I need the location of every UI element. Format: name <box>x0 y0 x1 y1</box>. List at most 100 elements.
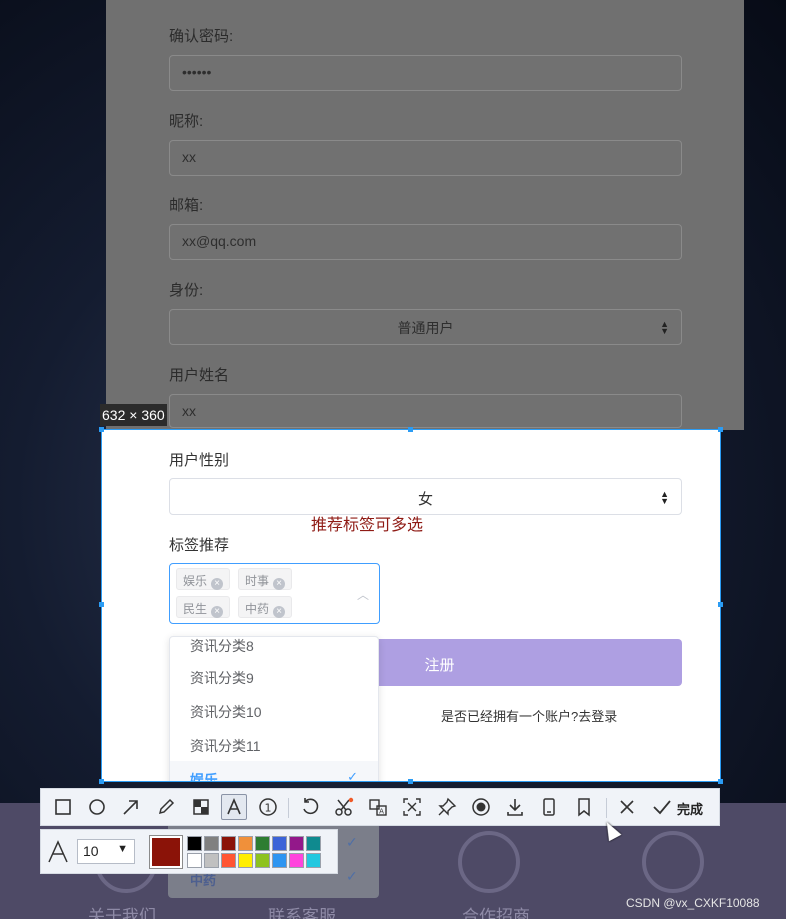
gender-select[interactable]: 女 ▲ ▼ <box>169 478 682 515</box>
bookmark-icon[interactable] <box>571 794 597 820</box>
dropdown-option-selected[interactable]: 娱乐 ✓ <box>170 761 378 782</box>
tags-dropdown: 资讯分类8 资讯分类9 资讯分类10 资讯分类11 娱乐 ✓ <box>169 636 379 782</box>
tags-multiselect[interactable]: 娱乐 × 时事 × 民生 × 中药 × ︿ <box>169 563 380 624</box>
translate-icon[interactable]: A <box>365 794 391 820</box>
chevron-up-icon[interactable]: ︿ <box>357 586 369 603</box>
download-icon[interactable] <box>502 794 528 820</box>
font-icon <box>47 840 69 869</box>
undo-icon[interactable] <box>297 794 323 820</box>
dropdown-option[interactable]: 资讯分类10 <box>170 693 378 727</box>
svg-text:A: A <box>379 808 384 816</box>
rectangle-tool-icon[interactable] <box>50 794 76 820</box>
resize-handle[interactable] <box>408 427 413 432</box>
check-icon: ✓ <box>346 834 358 850</box>
toolbar-divider <box>606 798 607 818</box>
tag-close-icon[interactable]: × <box>211 578 224 590</box>
dropdown-option[interactable]: 资讯分类11 <box>170 727 378 761</box>
number-marker-icon[interactable]: 1 <box>255 794 281 820</box>
close-icon[interactable] <box>614 794 640 820</box>
check-done-icon[interactable] <box>649 794 675 820</box>
resize-handle[interactable] <box>408 779 413 784</box>
color-swatch[interactable] <box>306 836 321 851</box>
resize-handle[interactable] <box>99 602 104 607</box>
resize-handle[interactable] <box>718 602 723 607</box>
ocr-icon[interactable] <box>399 794 425 820</box>
color-swatch[interactable] <box>221 853 236 868</box>
font-size-select[interactable]: 10 ▼ <box>77 839 135 864</box>
color-swatch[interactable] <box>289 853 304 868</box>
mosaic-tool-icon[interactable] <box>188 794 214 820</box>
color-swatch[interactable] <box>187 836 202 851</box>
tag-close-icon[interactable]: × <box>273 578 286 590</box>
resize-handle[interactable] <box>99 779 104 784</box>
resize-handle[interactable] <box>99 427 104 432</box>
color-swatch[interactable] <box>221 836 236 851</box>
tag-close-icon[interactable]: × <box>273 606 286 618</box>
tag-close-icon[interactable]: × <box>211 606 224 618</box>
dropdown-arrow-icon: ▼ <box>117 843 128 855</box>
identity-label: 身份: <box>169 282 204 299</box>
confirm-password-input[interactable]: •••••• <box>169 55 682 91</box>
dropdown-option[interactable]: 资讯分类8 <box>170 637 378 661</box>
footer-about[interactable]: 关于我们 <box>88 902 156 919</box>
svg-text:1: 1 <box>265 802 272 815</box>
tag-chip: 民生 × <box>176 596 231 618</box>
footer-partner[interactable]: 合作招商 <box>462 902 530 919</box>
watermark: CSDN @vx_CXKF10088 <box>626 896 760 910</box>
color-swatch[interactable] <box>204 836 219 851</box>
identity-select[interactable]: 普通用户 ▲ ▼ <box>169 309 682 345</box>
capture-region[interactable]: 用户性别 女 ▲ ▼ 推荐标签可多选 标签推荐 娱乐 × 时事 × 民生 × 中药 × ︿… <box>101 429 721 782</box>
help-icon <box>642 831 704 893</box>
gender-value: 女 <box>417 491 433 508</box>
phone-icon[interactable] <box>536 794 562 820</box>
color-swatch[interactable] <box>238 836 253 851</box>
current-color-fill <box>152 838 180 866</box>
done-button[interactable]: 完成 <box>677 799 703 818</box>
annotation-text: 推荐标签可多选 <box>311 517 424 534</box>
dropdown-option[interactable]: 资讯分类9 <box>170 659 378 693</box>
footer-service[interactable]: 联系客服 <box>268 902 336 919</box>
text-options-bar: 10 ▼ <box>40 829 338 874</box>
confirm-password-label: 确认密码: <box>169 28 234 45</box>
check-icon: ✓ <box>347 769 358 782</box>
check-icon: ✓ <box>346 868 358 884</box>
color-swatch[interactable] <box>187 853 202 868</box>
color-swatch[interactable] <box>306 853 321 868</box>
tag-chip: 娱乐 × <box>176 568 231 590</box>
tags-label: 标签推荐 <box>169 537 230 554</box>
pen-tool-icon[interactable] <box>153 794 179 820</box>
pin-icon[interactable] <box>434 794 460 820</box>
color-swatch[interactable] <box>272 853 287 868</box>
text-tool-icon[interactable] <box>221 794 247 820</box>
color-swatch[interactable] <box>238 853 253 868</box>
toolbar-divider <box>288 798 289 818</box>
realname-input[interactable]: xx <box>169 394 682 428</box>
resize-handle[interactable] <box>718 779 723 784</box>
ellipse-tool-icon[interactable] <box>84 794 110 820</box>
tag-chip: 时事 × <box>238 568 293 590</box>
partner-icon <box>458 831 520 893</box>
select-caret-icon: ▲ ▼ <box>660 319 669 336</box>
color-swatch[interactable] <box>255 836 270 851</box>
email-label: 邮箱: <box>169 197 204 214</box>
current-color[interactable] <box>149 835 183 869</box>
cut-icon[interactable] <box>331 794 357 820</box>
capture-size-badge: 632 × 360 <box>100 404 167 426</box>
login-link[interactable]: 是否已经拥有一个账户?去登录 <box>441 706 617 725</box>
nickname-label: 昵称: <box>169 113 204 130</box>
color-swatch[interactable] <box>255 853 270 868</box>
resize-handle[interactable] <box>718 427 723 432</box>
realname-label: 用户姓名 <box>169 367 230 384</box>
arrow-tool-icon[interactable] <box>118 794 144 820</box>
color-swatch[interactable] <box>204 853 219 868</box>
screenshot-toolbar: 1 A 完成 <box>40 788 720 826</box>
gender-label: 用户性别 <box>169 452 230 469</box>
font-size-value: 10 <box>83 843 99 859</box>
record-icon[interactable] <box>468 794 494 820</box>
tag-chip: 中药 × <box>238 596 293 618</box>
color-swatch[interactable] <box>289 836 304 851</box>
email-input[interactable]: xx@qq.com <box>169 224 682 260</box>
nickname-input[interactable]: xx <box>169 140 682 176</box>
identity-value: 普通用户 <box>397 320 454 336</box>
color-swatch[interactable] <box>272 836 287 851</box>
